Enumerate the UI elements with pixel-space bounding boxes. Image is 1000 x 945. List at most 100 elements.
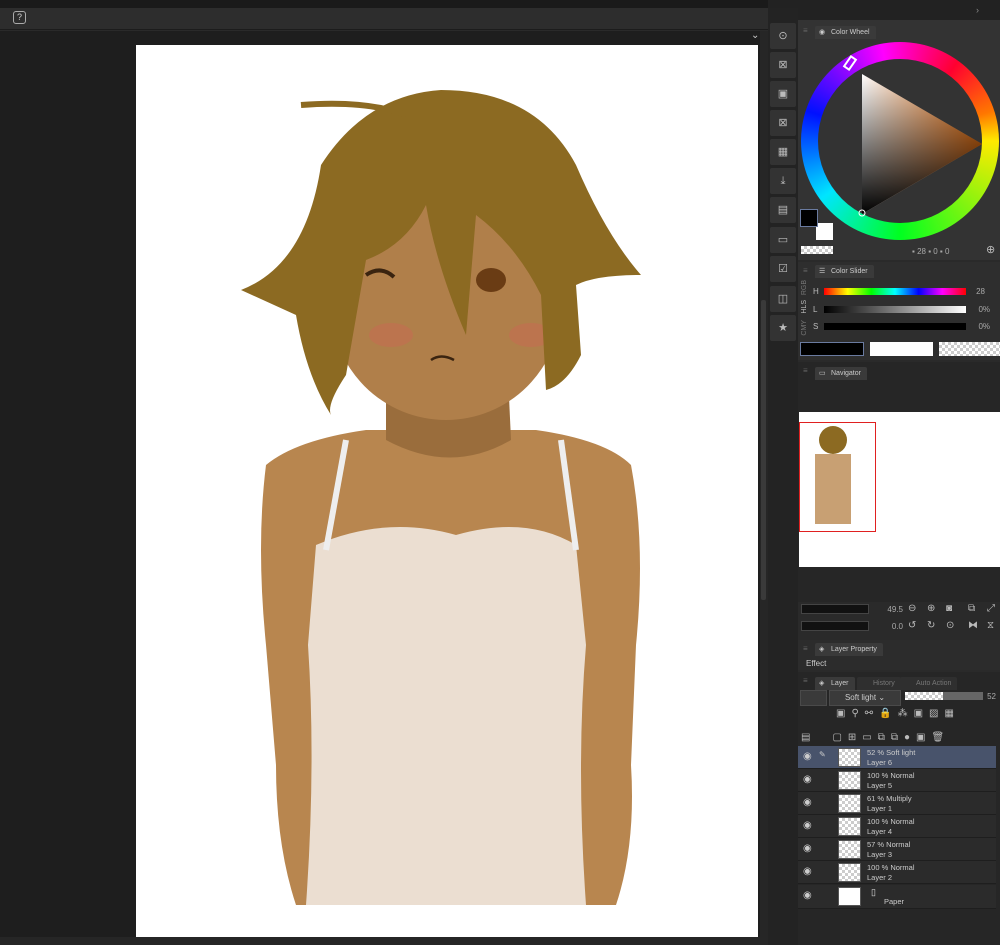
- tab-history[interactable]: History: [857, 677, 901, 690]
- layer-name: Layer 5: [867, 781, 893, 790]
- lightness-value[interactable]: 0%: [960, 305, 990, 314]
- visibility-eye-icon[interactable]: ◉: [803, 890, 812, 901]
- visibility-eye-icon[interactable]: ◉: [803, 866, 812, 877]
- tab-navigator[interactable]: ▭ Navigator: [815, 367, 867, 380]
- flip-horizontal-icon[interactable]: ⧓: [968, 620, 978, 631]
- tab-layer[interactable]: ◈ Layer: [815, 677, 855, 690]
- s-readout: 0: [933, 247, 938, 256]
- zoom-value[interactable]: 49.5: [870, 605, 903, 614]
- mode-tab-hls[interactable]: HLS: [801, 300, 808, 314]
- material-panel-icon-6[interactable]: ▭: [770, 227, 796, 253]
- opacity-value[interactable]: 52: [980, 692, 996, 701]
- collapse-chevron-icon[interactable]: ⌄: [751, 30, 759, 41]
- layer-row[interactable]: ◉ 100 % Normal Layer 4: [798, 815, 996, 838]
- rotate-right-icon[interactable]: ↻: [927, 620, 935, 631]
- canvas[interactable]: [136, 45, 758, 937]
- tab-auto-action[interactable]: Auto Action: [900, 677, 958, 690]
- opacity-slider-fill[interactable]: [905, 692, 943, 700]
- panel-menu-icon[interactable]: ≡: [803, 366, 808, 375]
- main-color-bar[interactable]: [800, 342, 864, 356]
- visibility-eye-icon[interactable]: ◉: [803, 797, 812, 808]
- navigator-view-frame[interactable]: [799, 422, 876, 532]
- layer-row[interactable]: ◉ ✎ 52 % Soft light Layer 6: [798, 746, 996, 769]
- hue-value[interactable]: 28: [960, 287, 985, 296]
- command-bar: [0, 8, 768, 30]
- rotation-value[interactable]: 0.0: [870, 622, 903, 631]
- transparent-color-swatch[interactable]: [801, 246, 833, 254]
- tab-color-wheel[interactable]: ◉ Color Wheel: [815, 26, 876, 39]
- visibility-eye-icon[interactable]: ◉: [803, 751, 812, 762]
- blend-mode-select[interactable]: Soft light ⌄: [829, 690, 901, 706]
- material-panel-icon-8[interactable]: ◫: [770, 286, 796, 312]
- vertical-scroll-thumb[interactable]: [761, 300, 766, 600]
- layer-row[interactable]: ◉ 100 % Normal Layer 2: [798, 861, 996, 884]
- layer-row[interactable]: ◉ 57 % Normal Layer 3: [798, 838, 996, 861]
- actual-size-icon[interactable]: ⤢: [987, 603, 995, 614]
- panel-menu-icon[interactable]: ≡: [803, 26, 808, 35]
- main-color-swatch[interactable]: [800, 209, 818, 227]
- search-panel-icon[interactable]: ⊙: [770, 23, 796, 49]
- material-panel-icon-4[interactable]: ▦: [770, 139, 796, 165]
- panel-menu-icon[interactable]: ≡: [803, 644, 808, 653]
- layer-mode: 100 % Normal: [867, 863, 915, 872]
- horizontal-scrollbar[interactable]: [0, 937, 760, 945]
- layer-thumbnail: [838, 817, 861, 836]
- open-eye: [476, 268, 506, 292]
- layer-mode: 100 % Normal: [867, 771, 915, 780]
- layer-row[interactable]: ◉ 100 % Normal Layer 5: [798, 769, 996, 792]
- fit-icon[interactable]: ◙: [946, 603, 952, 614]
- edit-pen-icon: ✎: [819, 750, 826, 759]
- rotate-left-icon[interactable]: ↺: [908, 620, 916, 631]
- hue-slider[interactable]: [824, 288, 966, 295]
- tab-color-slider[interactable]: ☰ Color Slider: [815, 265, 874, 278]
- dock-arrow-right[interactable]: ›: [976, 5, 979, 15]
- zoom-in-icon[interactable]: ⊕: [927, 603, 935, 614]
- help-icon[interactable]: ?: [13, 11, 26, 24]
- title-strip: [0, 0, 768, 8]
- layer-thumbnail: [838, 840, 861, 859]
- panel-menu-icon[interactable]: ≡: [803, 676, 808, 685]
- layer-row[interactable]: ◉ 61 % Multiply Layer 1: [798, 792, 996, 815]
- layer-row-paper[interactable]: ◉ ▯ Paper: [798, 885, 996, 909]
- transparent-color-bar[interactable]: [939, 342, 1000, 356]
- layer-actions-toolbar[interactable]: ▤ ▢⊞▭⧉⧉●▣🗑: [801, 728, 1000, 743]
- saturation-slider[interactable]: [824, 323, 966, 330]
- material-panel-icon-3[interactable]: ⊠: [770, 110, 796, 136]
- mode-tab-cmy[interactable]: CMY: [801, 320, 808, 336]
- favorite-material-icon[interactable]: ★: [770, 315, 796, 341]
- material-panel-icon-7[interactable]: ☑: [770, 256, 796, 282]
- flip-vertical-icon[interactable]: ⧖: [987, 620, 994, 631]
- layer-mode: 57 % Normal: [867, 840, 911, 849]
- sv-triangle[interactable]: [855, 72, 985, 217]
- saturation-value[interactable]: 0%: [960, 322, 990, 331]
- artwork: [241, 90, 641, 905]
- panel-menu-icon[interactable]: ≡: [803, 266, 808, 275]
- navigator-preview[interactable]: [799, 412, 1000, 567]
- visibility-eye-icon[interactable]: ◉: [803, 774, 812, 785]
- reset-rotation-icon[interactable]: ⊙: [946, 620, 954, 631]
- s-label: S: [813, 322, 819, 331]
- zoom-slider[interactable]: [801, 604, 869, 614]
- opacity-slider-track[interactable]: [943, 692, 983, 700]
- layer-lock-toolbar[interactable]: ▣⚲⚯🔒⁂▣▨▦: [836, 708, 1000, 719]
- lightness-slider[interactable]: [824, 306, 966, 313]
- layer-color-dropdown[interactable]: [800, 690, 827, 706]
- fit-screen-icon[interactable]: ⧉: [968, 603, 975, 614]
- material-panel-icon-2[interactable]: ▣: [770, 81, 796, 107]
- material-panel-icon-5[interactable]: ▤: [770, 197, 796, 223]
- zoom-out-icon[interactable]: ⊖: [908, 603, 916, 614]
- tab-layer-property[interactable]: ◈ Layer Property: [815, 643, 883, 656]
- sub-color-bar[interactable]: [870, 342, 933, 356]
- download-material-icon[interactable]: ⤓: [770, 168, 796, 194]
- layer-property-icon: ◈: [819, 646, 825, 653]
- paper-icon: ▯: [871, 887, 876, 897]
- mode-tab-rgb[interactable]: RGB: [801, 280, 808, 295]
- layer-name: Paper: [884, 897, 905, 906]
- rotation-slider[interactable]: [801, 621, 869, 631]
- visibility-eye-icon[interactable]: ◉: [803, 820, 812, 831]
- material-panel-icon[interactable]: ⊠: [770, 52, 796, 78]
- visibility-eye-icon[interactable]: ◉: [803, 843, 812, 854]
- sub-color-swatch[interactable]: [816, 223, 833, 240]
- layer-thumbnail: [838, 863, 861, 882]
- color-space-icon[interactable]: ⊕: [986, 243, 995, 256]
